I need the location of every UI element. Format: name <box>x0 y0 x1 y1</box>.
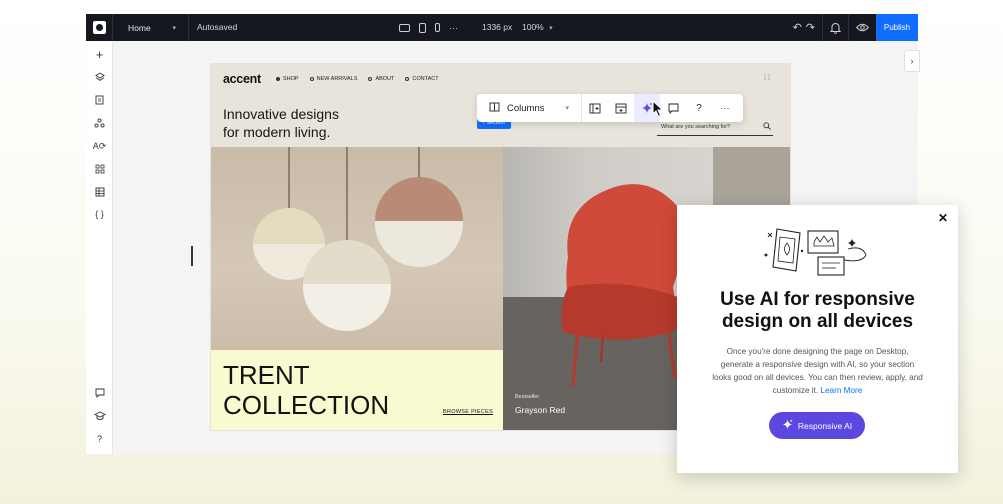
collection-title: TRENT COLLECTION <box>223 360 389 420</box>
section-toolbar: Columns ▾ ? ··· <box>477 94 743 122</box>
hero-heading[interactable]: Innovative designs for modern living. <box>223 105 339 141</box>
chevron-down-icon: ▾ <box>549 25 553 32</box>
zoom-value: 100% <box>522 22 544 32</box>
device-switcher: ··· <box>399 14 458 41</box>
nav-item-shop[interactable]: SHOP <box>276 76 299 82</box>
text-theme-icon[interactable]: A⟳ <box>86 141 113 152</box>
ai-sparkle-icon <box>782 419 793 432</box>
topbar-actions: ↶ ↷ Publish <box>786 14 918 41</box>
dialog-title-line-1: Use AI for responsive <box>720 289 915 310</box>
zoom-selector[interactable]: 100% ▾ <box>522 14 553 41</box>
ai-promo-dialog: ✕ Use AI for responsive design on all de… <box>677 205 958 473</box>
browse-pieces-link[interactable]: BROWSE PIECES <box>443 409 493 415</box>
tablet-icon[interactable] <box>419 22 426 33</box>
preview-eye-icon[interactable] <box>849 14 876 41</box>
site-nav: SHOP NEW ARRIVALS ABOUT CONTACT <box>276 76 439 82</box>
mouse-pointer-icon <box>652 99 664 123</box>
apps-icon[interactable] <box>86 164 113 177</box>
search-placeholder: What are you searching for? <box>661 124 731 130</box>
canvas-width[interactable]: 1336 px <box>482 14 512 41</box>
chevron-down-icon: ▾ <box>565 105 569 112</box>
layout-dropdown[interactable]: Columns ▾ <box>477 94 582 122</box>
nav-label: SHOP <box>283 76 299 82</box>
hero-line-2: for modern living. <box>223 124 331 140</box>
learn-more-link[interactable]: Learn More <box>820 386 862 395</box>
hero-line-1: Innovative designs <box>223 106 339 122</box>
columns-icon <box>489 102 500 115</box>
undo-icon[interactable]: ↶ <box>786 14 804 41</box>
add-row-icon[interactable] <box>608 94 634 122</box>
close-icon[interactable]: ✕ <box>938 211 948 225</box>
chevron-down-icon: ▾ <box>172 24 176 32</box>
chevron-right-icon[interactable]: › <box>904 50 920 72</box>
nav-label: NEW ARRIVALS <box>316 76 358 82</box>
text-cursor <box>191 246 193 266</box>
collection-line-1: TRENT <box>223 360 310 390</box>
product-badge: Bestseller <box>515 394 540 400</box>
desktop-icon[interactable] <box>399 23 410 32</box>
lamps-image[interactable] <box>211 147 503 350</box>
notifications-icon[interactable] <box>823 14 848 41</box>
layout-label: Columns <box>507 102 545 114</box>
add-column-icon[interactable] <box>582 94 608 122</box>
top-bar: Home ▾ Autosaved ··· 1336 px 100% ▾ ↶ ↷ <box>86 14 918 41</box>
code-icon[interactable]: { } <box>86 209 113 219</box>
nav-item-about[interactable]: ABOUT <box>368 76 394 82</box>
nav-item-new-arrivals[interactable]: NEW ARRIVALS <box>309 76 358 82</box>
publish-button[interactable]: Publish <box>876 14 918 41</box>
dialog-description: Once you're done designing the page on D… <box>712 347 923 395</box>
editor-logo[interactable] <box>86 14 113 41</box>
mobile-icon[interactable] <box>435 23 440 32</box>
collection-block[interactable]: TRENT COLLECTION BROWSE PIECES <box>211 350 503 430</box>
dialog-body: Once you're done designing the page on D… <box>711 345 924 397</box>
learn-icon[interactable] <box>86 411 113 424</box>
product-name[interactable]: Grayson Red <box>515 405 565 415</box>
nav-item-contact[interactable]: CONTACT <box>405 76 439 82</box>
layers-icon[interactable] <box>86 72 113 85</box>
header-more-icon[interactable]: ⁞⁞ <box>764 75 772 82</box>
responsive-ai-button[interactable]: Responsive AI <box>769 412 865 439</box>
site-logo[interactable]: accent <box>223 72 261 86</box>
pages-icon[interactable] <box>86 95 113 108</box>
nav-label: ABOUT <box>375 76 395 82</box>
chat-icon[interactable] <box>86 388 113 401</box>
help-icon[interactable]: ? <box>86 434 113 444</box>
nav-label: CONTACT <box>412 76 439 82</box>
more-devices-icon[interactable]: ··· <box>449 23 458 33</box>
search-icon <box>763 122 771 132</box>
help-icon[interactable]: ? <box>686 94 712 122</box>
page-selector-label: Home <box>128 22 151 33</box>
save-status: Autosaved <box>197 22 238 32</box>
responsive-ai-label: Responsive AI <box>797 420 853 431</box>
more-icon[interactable]: ··· <box>712 94 738 122</box>
left-toolbar: + A⟳ { } ? <box>86 41 113 454</box>
collection-line-2: COLLECTION <box>223 390 390 420</box>
page-selector[interactable]: Home ▾ <box>113 14 189 41</box>
responsive-devices-illustration <box>762 225 872 281</box>
design-icon[interactable] <box>86 118 113 131</box>
add-elements-icon[interactable]: + <box>86 47 113 62</box>
table-icon[interactable] <box>86 187 113 200</box>
dialog-title-line-2: design on all devices <box>721 311 914 332</box>
redo-icon[interactable]: ↷ <box>804 14 822 41</box>
dialog-title: Use AI for responsive design on all devi… <box>677 289 958 333</box>
